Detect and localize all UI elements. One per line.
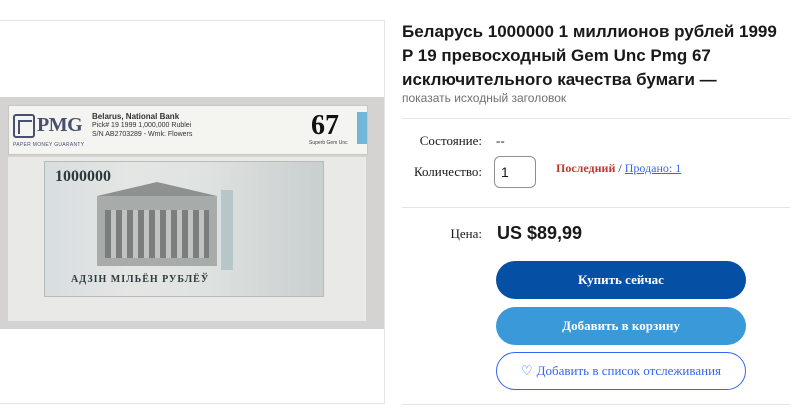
listing-title: Беларусь 1000000 1 миллионов рублей 1999… [402,22,777,89]
add-to-watchlist-button[interactable]: ♡ Добавить в список отслеживания [496,352,746,390]
show-original-title-link[interactable]: показать исходный заголовок [402,91,566,105]
quantity-label: Количество: [413,164,482,179]
pmg-grading-label: PMG PAPER MONEY GUARANTY Belarus, Nation… [8,105,368,155]
product-image-gallery[interactable]: PMG PAPER MONEY GUARANTY Belarus, Nation… [0,20,385,404]
slab-line-3: S/N AB2703289 - Wmk: Flowers [92,131,193,138]
note-text: АДЗІН МІЛЬЁН РУБЛЁЎ [71,274,210,285]
heart-icon: ♡ [520,363,533,379]
slab-line-1: Belarus, National Bank [92,112,180,121]
slab-window: 1000000 АДЗІН МІЛЬЁН РУБЛЁЎ [8,157,366,321]
banknote: 1000000 АДЗІН МІЛЬЁН РУБЛЁЎ [44,161,324,297]
slab-line-2: Pick# 19 1999 1,000,000 Rublei [92,122,192,129]
epq-badge [357,112,367,144]
pmg-logo: PMG [37,114,83,136]
sold-count-link[interactable]: Продано: 1 [625,161,682,175]
condition-label: Состояние: [419,133,482,148]
price-value: US $89,99 [497,223,583,243]
pmg-subtitle: PAPER MONEY GUARANTY [13,142,85,148]
stock-status: Последний / Продано: 1 [556,161,681,176]
banknote-photo[interactable]: PMG PAPER MONEY GUARANTY Belarus, Nation… [0,97,384,329]
condition-value: -- [496,133,505,148]
note-building-illustration [97,182,217,266]
price-label: Цена: [450,226,483,241]
grade-label: Superb Gem Unc [309,140,348,146]
divider [402,404,790,405]
pmg-seal-icon [13,114,35,138]
buy-now-button[interactable]: Купить сейчас [496,261,746,299]
slab-description: Belarus, National Bank Pick# 19 1999 1,0… [92,112,192,139]
divider [402,118,790,119]
divider [402,207,790,208]
note-security-strip [221,190,233,270]
last-item-label: Последний [556,161,616,175]
add-to-cart-button[interactable]: Добавить в корзину [496,307,746,345]
quantity-input[interactable] [494,156,536,188]
grade-number: 67 [311,110,339,141]
stock-separator: / [618,161,622,175]
watchlist-label: Добавить в список отслеживания [536,363,722,378]
